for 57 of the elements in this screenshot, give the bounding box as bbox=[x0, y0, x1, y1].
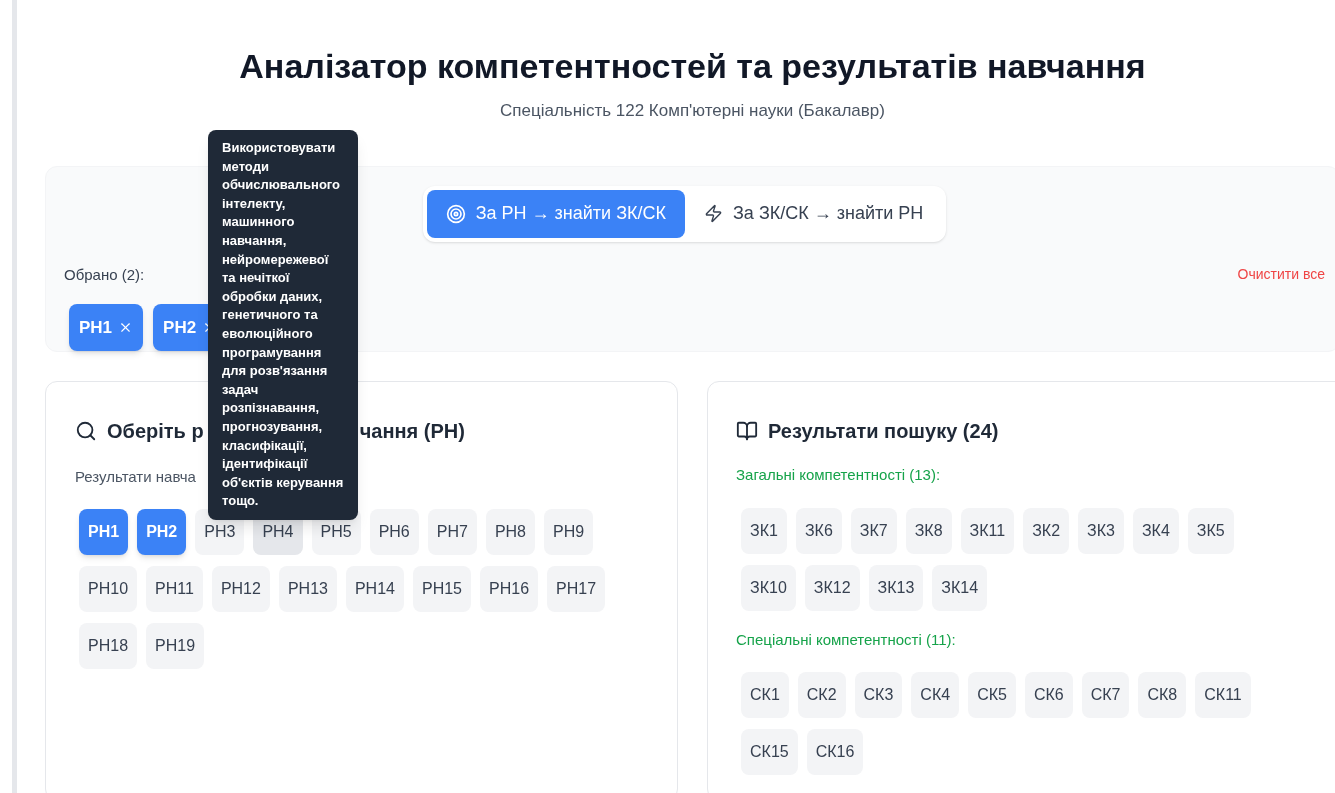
competency-chip: СК16 bbox=[806, 729, 864, 775]
outcome-chip[interactable]: РН15 bbox=[412, 565, 471, 612]
competency-chip: ЗК7 bbox=[850, 507, 897, 554]
competency-chip: СК2 bbox=[797, 672, 846, 718]
outcome-chip[interactable]: РН10 bbox=[79, 565, 138, 612]
outcome-chip[interactable]: РН18 bbox=[79, 622, 138, 669]
competency-chip: ЗК1 bbox=[741, 507, 787, 554]
competency-chip: ЗК13 bbox=[868, 564, 924, 611]
outcome-chip[interactable]: РН11 bbox=[146, 565, 203, 612]
outcome-chip[interactable]: РН7 bbox=[427, 508, 477, 555]
outcome-chip[interactable]: РН16 bbox=[480, 565, 539, 612]
outcome-chip[interactable]: РН8 bbox=[485, 508, 535, 555]
selected-chip[interactable]: РН1 bbox=[69, 304, 144, 351]
outcome-chip[interactable]: РН12 bbox=[211, 565, 270, 612]
clear-all-link[interactable]: Очистити все bbox=[1237, 264, 1325, 286]
competency-chip: ЗК4 bbox=[1132, 507, 1179, 554]
competency-chip: СК11 bbox=[1195, 672, 1251, 718]
competency-chip: ЗК2 bbox=[1023, 507, 1070, 554]
competency-chip: ЗК5 bbox=[1187, 507, 1234, 554]
competency-chip: СК3 bbox=[854, 672, 903, 718]
card-title-end: чання (РН) bbox=[359, 419, 465, 444]
competency-chip: СК8 bbox=[1138, 672, 1187, 718]
competency-chip: ЗК14 bbox=[932, 564, 988, 611]
mode-tab[interactable]: За РН → знайти ЗК/СК bbox=[426, 189, 685, 238]
book-icon bbox=[736, 420, 758, 442]
group-title: Загальні компетентності (13): bbox=[736, 465, 941, 485]
group-title: Спеціальні компетентності (11): bbox=[736, 629, 956, 650]
selected-count-label: Обрано (2): bbox=[64, 264, 145, 285]
competency-chip: ЗК8 bbox=[905, 507, 952, 554]
competency-chip: ЗК6 bbox=[795, 507, 842, 554]
competency-chip: ЗК10 bbox=[741, 564, 796, 611]
target-icon bbox=[445, 203, 466, 224]
competency-chip: ЗК3 bbox=[1078, 507, 1124, 554]
card-title: Результати пошуку (24) bbox=[768, 419, 999, 444]
competency-chip: СК6 bbox=[1024, 672, 1073, 718]
lightning-icon bbox=[704, 204, 723, 223]
card-title-start: Оберіть р bbox=[107, 419, 204, 444]
outcome-chip[interactable]: РН14 bbox=[345, 565, 404, 612]
outcome-chip[interactable]: РН9 bbox=[544, 508, 594, 555]
outcome-chip[interactable]: РН2 bbox=[137, 508, 187, 555]
outcome-chip[interactable]: РН19 bbox=[146, 622, 205, 669]
competency-chip: СК7 bbox=[1081, 672, 1130, 718]
outcome-chip[interactable]: РН13 bbox=[278, 565, 337, 612]
competency-chip: СК5 bbox=[968, 672, 1016, 718]
competency-chip: ЗК12 bbox=[804, 564, 860, 611]
page-subtitle: Спеціальність 122 Комп'ютерні науки (Бакалавр) bbox=[500, 100, 885, 122]
tooltip: Використовувати методи обчислювального інтелекту, машинного навчання, нейромережевої та нечіткої обробки даних, генетичного та еволюційного програмування для розв'язання задач розпізнавання, прогнозування, класифікації, ідентифікації об'єктів керування тощо. bbox=[208, 130, 358, 520]
outcome-chip[interactable]: РН17 bbox=[547, 565, 606, 612]
outcome-chip[interactable]: РН1 bbox=[79, 508, 129, 555]
page-title: Аналізатор компетентностей та результатів навчання bbox=[239, 46, 1146, 87]
competency-chip: ЗК11 bbox=[960, 507, 1015, 554]
competency-chip: СК4 bbox=[911, 672, 960, 718]
outcome-chip[interactable]: РН6 bbox=[369, 508, 419, 555]
competency-chip: СК15 bbox=[741, 729, 798, 775]
search-icon bbox=[75, 420, 97, 442]
competency-chip: СК1 bbox=[741, 672, 789, 718]
card-hint: Результати навча bbox=[75, 467, 196, 487]
